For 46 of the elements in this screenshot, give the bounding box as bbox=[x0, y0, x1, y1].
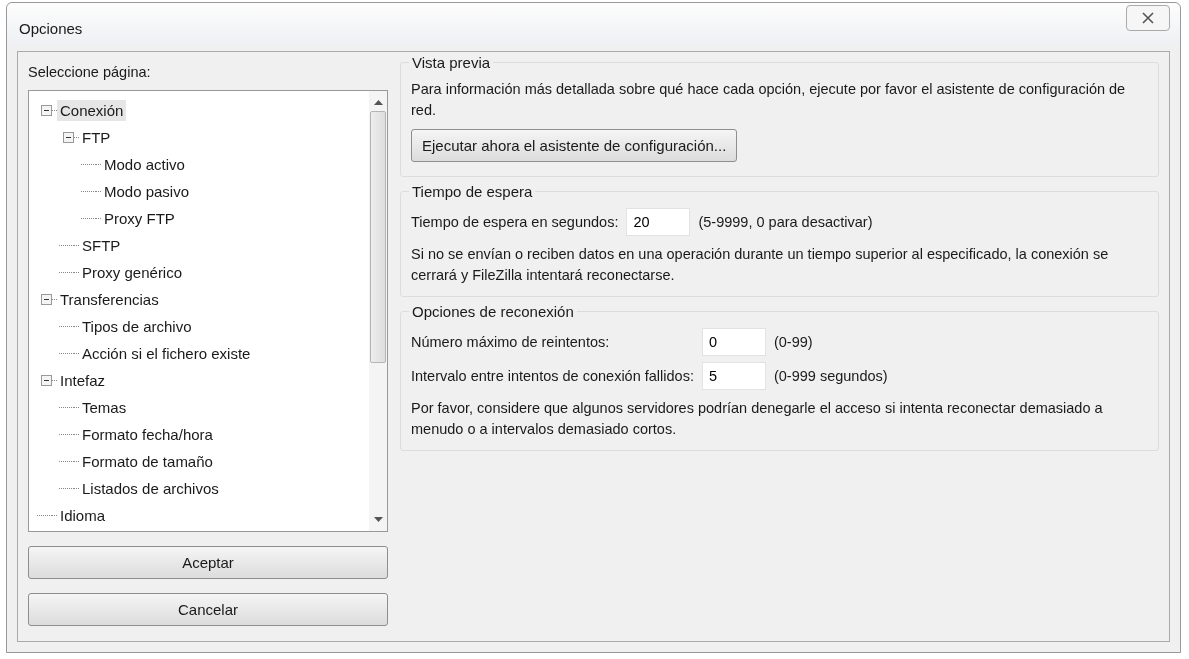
group-title: Opciones de reconexión bbox=[409, 303, 577, 320]
dialog-button[interactable]: Cancelar bbox=[28, 593, 388, 626]
scroll-thumb[interactable] bbox=[370, 111, 386, 363]
range-hint: (0-99) bbox=[773, 334, 814, 350]
field-label: Intervalo entre intentos de conexión fallidos: bbox=[411, 368, 694, 384]
range-hint: (0-999 segundos) bbox=[773, 368, 888, 384]
window-title: Opciones bbox=[19, 19, 83, 37]
close-icon bbox=[1142, 12, 1154, 24]
group-title: Tiempo de espera bbox=[409, 183, 536, 200]
note-text: Por favor, considere que algunos servidores podrían denegarle el acceso si intenta reconectar demasiado a menudo o a intervalos demasiado cortos. bbox=[411, 399, 1104, 439]
tree-item[interactable]: Formato de tamaño bbox=[79, 451, 216, 472]
dialog-button[interactable]: Aceptar bbox=[28, 546, 388, 579]
tree-item[interactable]: Proxy genérico bbox=[79, 262, 186, 283]
collapse-icon[interactable] bbox=[41, 375, 52, 386]
tree-item[interactable]: Conexión bbox=[57, 100, 127, 121]
number-field[interactable]: 20 bbox=[626, 208, 691, 236]
tree-item[interactable]: Proxy FTP bbox=[101, 208, 178, 229]
scroll-up-icon[interactable] bbox=[373, 99, 383, 105]
page-select-label: Seleccione página: bbox=[28, 64, 152, 80]
number-field[interactable]: 0 bbox=[701, 328, 766, 356]
tree-item[interactable]: Intefaz bbox=[57, 370, 109, 391]
tree-item[interactable]: SFTP bbox=[79, 235, 124, 256]
tree-item[interactable]: Acción si el fichero existe bbox=[79, 343, 254, 364]
wizard-button[interactable]: Ejecutar ahora el asistente de configuración... bbox=[411, 129, 738, 162]
group-title: Vista previa bbox=[409, 54, 494, 71]
tree-item[interactable]: FTP bbox=[79, 127, 114, 148]
tree-item[interactable]: Temas bbox=[79, 397, 130, 418]
collapse-icon[interactable] bbox=[41, 105, 52, 116]
number-field[interactable]: 5 bbox=[701, 362, 766, 390]
description-text: Para información más detallada sobre qué hace cada opción, ejecute por favor el asistente de configuración de red. bbox=[411, 80, 1127, 120]
close-button[interactable] bbox=[1126, 5, 1170, 31]
tree-item[interactable]: Listados de archivos bbox=[79, 478, 222, 499]
scrollbar[interactable] bbox=[369, 91, 387, 531]
collapse-icon[interactable] bbox=[41, 294, 52, 305]
tree-item[interactable]: Transferencias bbox=[57, 289, 162, 310]
field-label: Tiempo de espera en segundos: bbox=[411, 214, 619, 230]
tree-item[interactable]: Tipos de archivo bbox=[79, 316, 195, 337]
tree-item[interactable]: Idioma bbox=[57, 505, 109, 526]
tree-item[interactable]: Formato fecha/hora bbox=[79, 424, 216, 445]
tree-item[interactable]: Modo activo bbox=[101, 154, 188, 175]
collapse-icon[interactable] bbox=[63, 132, 74, 143]
field-label: Número máximo de reintentos: bbox=[411, 334, 611, 350]
tree-item[interactable]: Modo pasivo bbox=[101, 181, 193, 202]
note-text: Si no se envían o reciben datos en una operación durante un tiempo superior al especificado, la conexión se cerrará y FileZilla intentará reconectarse. bbox=[411, 245, 1110, 285]
range-hint: (5-9999, 0 para desactivar) bbox=[698, 214, 873, 230]
scroll-down-icon[interactable] bbox=[373, 517, 383, 523]
